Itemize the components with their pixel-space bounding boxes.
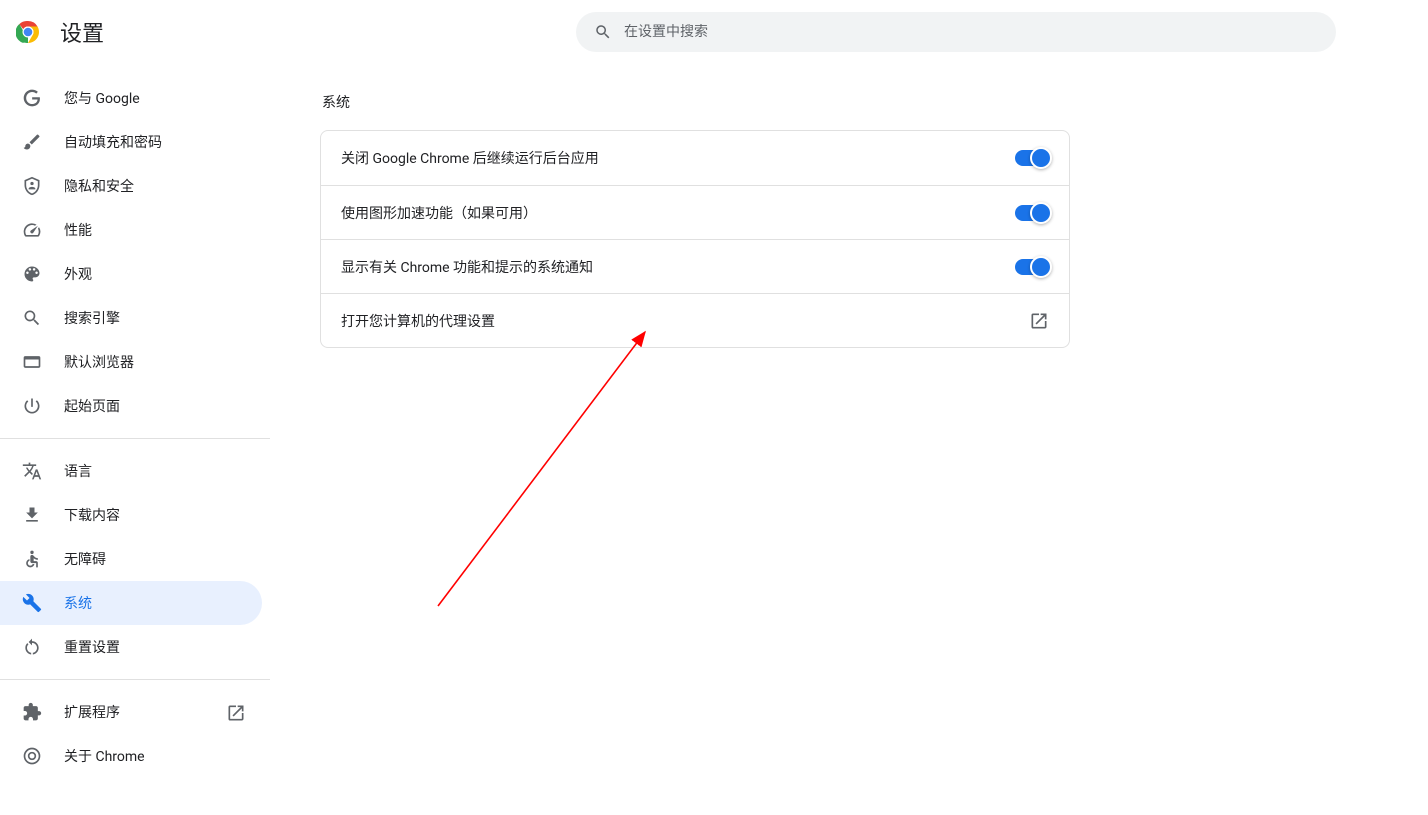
chrome-outline-icon [22, 746, 42, 766]
speed-icon [22, 220, 42, 240]
sidebar-item-label: 扩展程序 [64, 702, 204, 722]
palette-icon [22, 264, 42, 284]
sidebar-item-label: 起始页面 [64, 396, 262, 416]
sidebar-item-label: 性能 [64, 220, 262, 240]
sidebar: 您与 Google 自动填充和密码隐私和安全性能外观搜索引擎默认浏览器起始页面语言… [0, 64, 270, 815]
search-icon [22, 308, 42, 328]
header: 设置 [0, 0, 1428, 64]
download-icon [22, 505, 42, 525]
sidebar-item-reset[interactable]: 重置设置 [0, 625, 262, 669]
toggle-background-apps[interactable] [1015, 150, 1049, 166]
sidebar-item-appearance[interactable]: 外观 [0, 252, 262, 296]
sidebar-item-on-startup[interactable]: 起始页面 [0, 384, 262, 428]
sidebar-item-privacy[interactable]: 隐私和安全 [0, 164, 262, 208]
search-box[interactable] [576, 12, 1336, 52]
sidebar-item-label: 外观 [64, 264, 262, 284]
sidebar-item-default-browser[interactable]: 默认浏览器 [0, 340, 262, 384]
sidebar-item-label: 自动填充和密码 [64, 132, 262, 152]
settings-card: 关闭 Google Chrome 后继续运行后台应用使用图形加速功能（如果可用）… [320, 130, 1070, 348]
accessibility-icon [22, 549, 42, 569]
page-title: 设置 [60, 16, 104, 48]
nav-divider [0, 438, 270, 439]
sidebar-item-label: 关于 Chrome [64, 746, 262, 766]
sidebar-item-search-engine[interactable]: 搜索引擎 [0, 296, 262, 340]
section-title: 系统 [322, 92, 1070, 112]
sidebar-item-label: 您与 Google [64, 88, 262, 108]
setting-row-hw-accel: 使用图形加速功能（如果可用） [321, 185, 1069, 239]
sidebar-item-label: 系统 [64, 593, 262, 613]
sidebar-item-label: 默认浏览器 [64, 352, 262, 372]
browser-icon [22, 352, 42, 372]
setting-row-background-apps: 关闭 Google Chrome 后继续运行后台应用 [321, 131, 1069, 185]
nav-divider [0, 679, 270, 680]
main-content: 系统 关闭 Google Chrome 后继续运行后台应用使用图形加速功能（如果… [270, 64, 1428, 815]
search-icon [594, 23, 612, 41]
shield-icon [22, 176, 42, 196]
setting-label: 打开您计算机的代理设置 [341, 311, 495, 331]
sidebar-item-performance[interactable]: 性能 [0, 208, 262, 252]
setting-label: 显示有关 Chrome 功能和提示的系统通知 [341, 257, 593, 277]
toggle-hw-accel[interactable] [1015, 205, 1049, 221]
google-icon [22, 88, 42, 108]
sidebar-item-label: 重置设置 [64, 637, 262, 657]
sidebar-item-extensions[interactable]: 扩展程序 [0, 690, 262, 734]
external-link-icon [226, 703, 244, 721]
reset-icon [22, 637, 42, 657]
sidebar-item-label: 隐私和安全 [64, 176, 262, 196]
translate-icon [22, 461, 42, 481]
sidebar-item-downloads[interactable]: 下载内容 [0, 493, 262, 537]
extension-icon [22, 702, 42, 722]
setting-row-chrome-notifications: 显示有关 Chrome 功能和提示的系统通知 [321, 239, 1069, 293]
wrench-icon [22, 593, 42, 613]
sidebar-item-languages[interactable]: 语言 [0, 449, 262, 493]
sidebar-item-label: 语言 [64, 461, 262, 481]
search-input[interactable] [624, 24, 1318, 40]
setting-label: 使用图形加速功能（如果可用） [341, 203, 537, 223]
setting-row-proxy[interactable]: 打开您计算机的代理设置 [321, 293, 1069, 347]
sidebar-item-autofill[interactable]: 自动填充和密码 [0, 120, 262, 164]
toggle-chrome-notifications[interactable] [1015, 259, 1049, 275]
key-icon [22, 132, 42, 152]
sidebar-item-label: 搜索引擎 [64, 308, 262, 328]
chrome-logo-icon [16, 20, 40, 44]
sidebar-item-about[interactable]: 关于 Chrome [0, 734, 262, 778]
sidebar-item-accessibility[interactable]: 无障碍 [0, 537, 262, 581]
sidebar-item-label: 下载内容 [64, 505, 262, 525]
sidebar-item-label: 无障碍 [64, 549, 262, 569]
sidebar-item-system[interactable]: 系统 [0, 581, 262, 625]
sidebar-item-you-and-google[interactable]: 您与 Google [0, 76, 262, 120]
power-icon [22, 396, 42, 416]
open-external-icon [1029, 311, 1049, 331]
setting-label: 关闭 Google Chrome 后继续运行后台应用 [341, 148, 599, 168]
